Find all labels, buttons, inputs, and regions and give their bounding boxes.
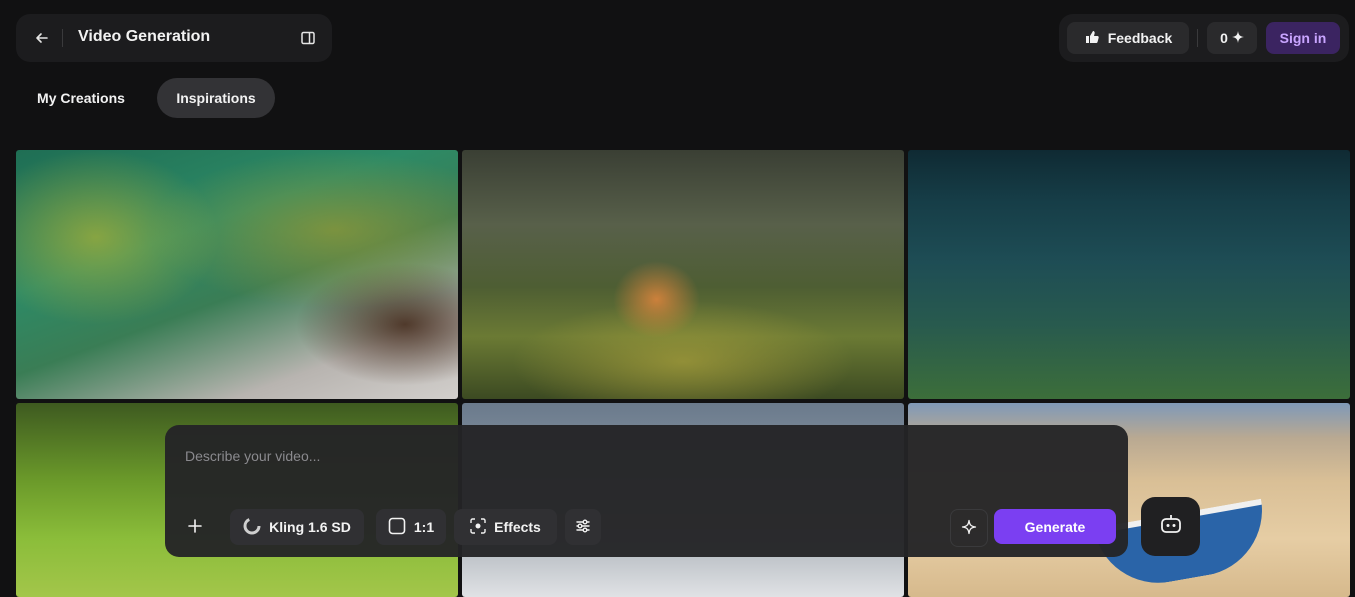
enhance-prompt-button[interactable]	[950, 509, 988, 547]
sidebar-panel-icon[interactable]	[296, 26, 320, 50]
model-label: Kling 1.6 SD	[269, 519, 351, 535]
header-title-bar: Video Generation	[16, 14, 332, 62]
fox-thumbnail[interactable]	[462, 150, 904, 399]
model-selector[interactable]: Kling 1.6 SD	[230, 509, 364, 545]
credits-value: 0	[1220, 30, 1228, 46]
credits-badge[interactable]: 0	[1207, 22, 1257, 54]
prompt-bar: Kling 1.6 SD 1:1 Effects Generate	[165, 425, 1128, 557]
page-title: Video Generation	[78, 28, 211, 45]
header-actions: Feedback 0 Sign in	[1059, 14, 1349, 62]
chameleon-thumbnail[interactable]	[16, 150, 458, 399]
effects-label: Effects	[494, 519, 541, 535]
effects-button[interactable]: Effects	[454, 509, 557, 545]
header-divider-right	[1197, 29, 1198, 47]
kling-logo-icon	[243, 517, 261, 538]
assistant-button[interactable]	[1141, 497, 1200, 556]
header-divider	[62, 29, 63, 47]
add-attachment-button[interactable]	[177, 509, 213, 545]
robot-icon	[1159, 512, 1183, 541]
ratio-label: 1:1	[413, 519, 435, 535]
generate-button[interactable]: Generate	[994, 509, 1116, 544]
feedback-label: Feedback	[1107, 30, 1173, 46]
aspect-ratio-selector[interactable]: 1:1	[376, 509, 446, 545]
arrow-left-icon[interactable]	[30, 26, 54, 50]
tab-inspirations[interactable]: Inspirations	[157, 78, 275, 118]
feedback-button[interactable]: Feedback	[1067, 22, 1189, 54]
tab-my-creations[interactable]: My Creations	[20, 78, 142, 118]
prompt-input[interactable]	[183, 443, 1087, 469]
sparkle-outline-icon	[961, 519, 977, 538]
plus-icon	[188, 518, 202, 536]
settings-button[interactable]	[565, 509, 601, 545]
effects-focus-icon	[470, 517, 486, 537]
square-icon	[388, 517, 406, 538]
thumbs-up-icon	[1084, 29, 1100, 48]
sliders-icon	[575, 518, 591, 537]
underwater-walker-thumbnail[interactable]	[908, 150, 1350, 399]
sparkle-icon	[1231, 30, 1244, 46]
sign-in-button[interactable]: Sign in	[1266, 22, 1340, 54]
